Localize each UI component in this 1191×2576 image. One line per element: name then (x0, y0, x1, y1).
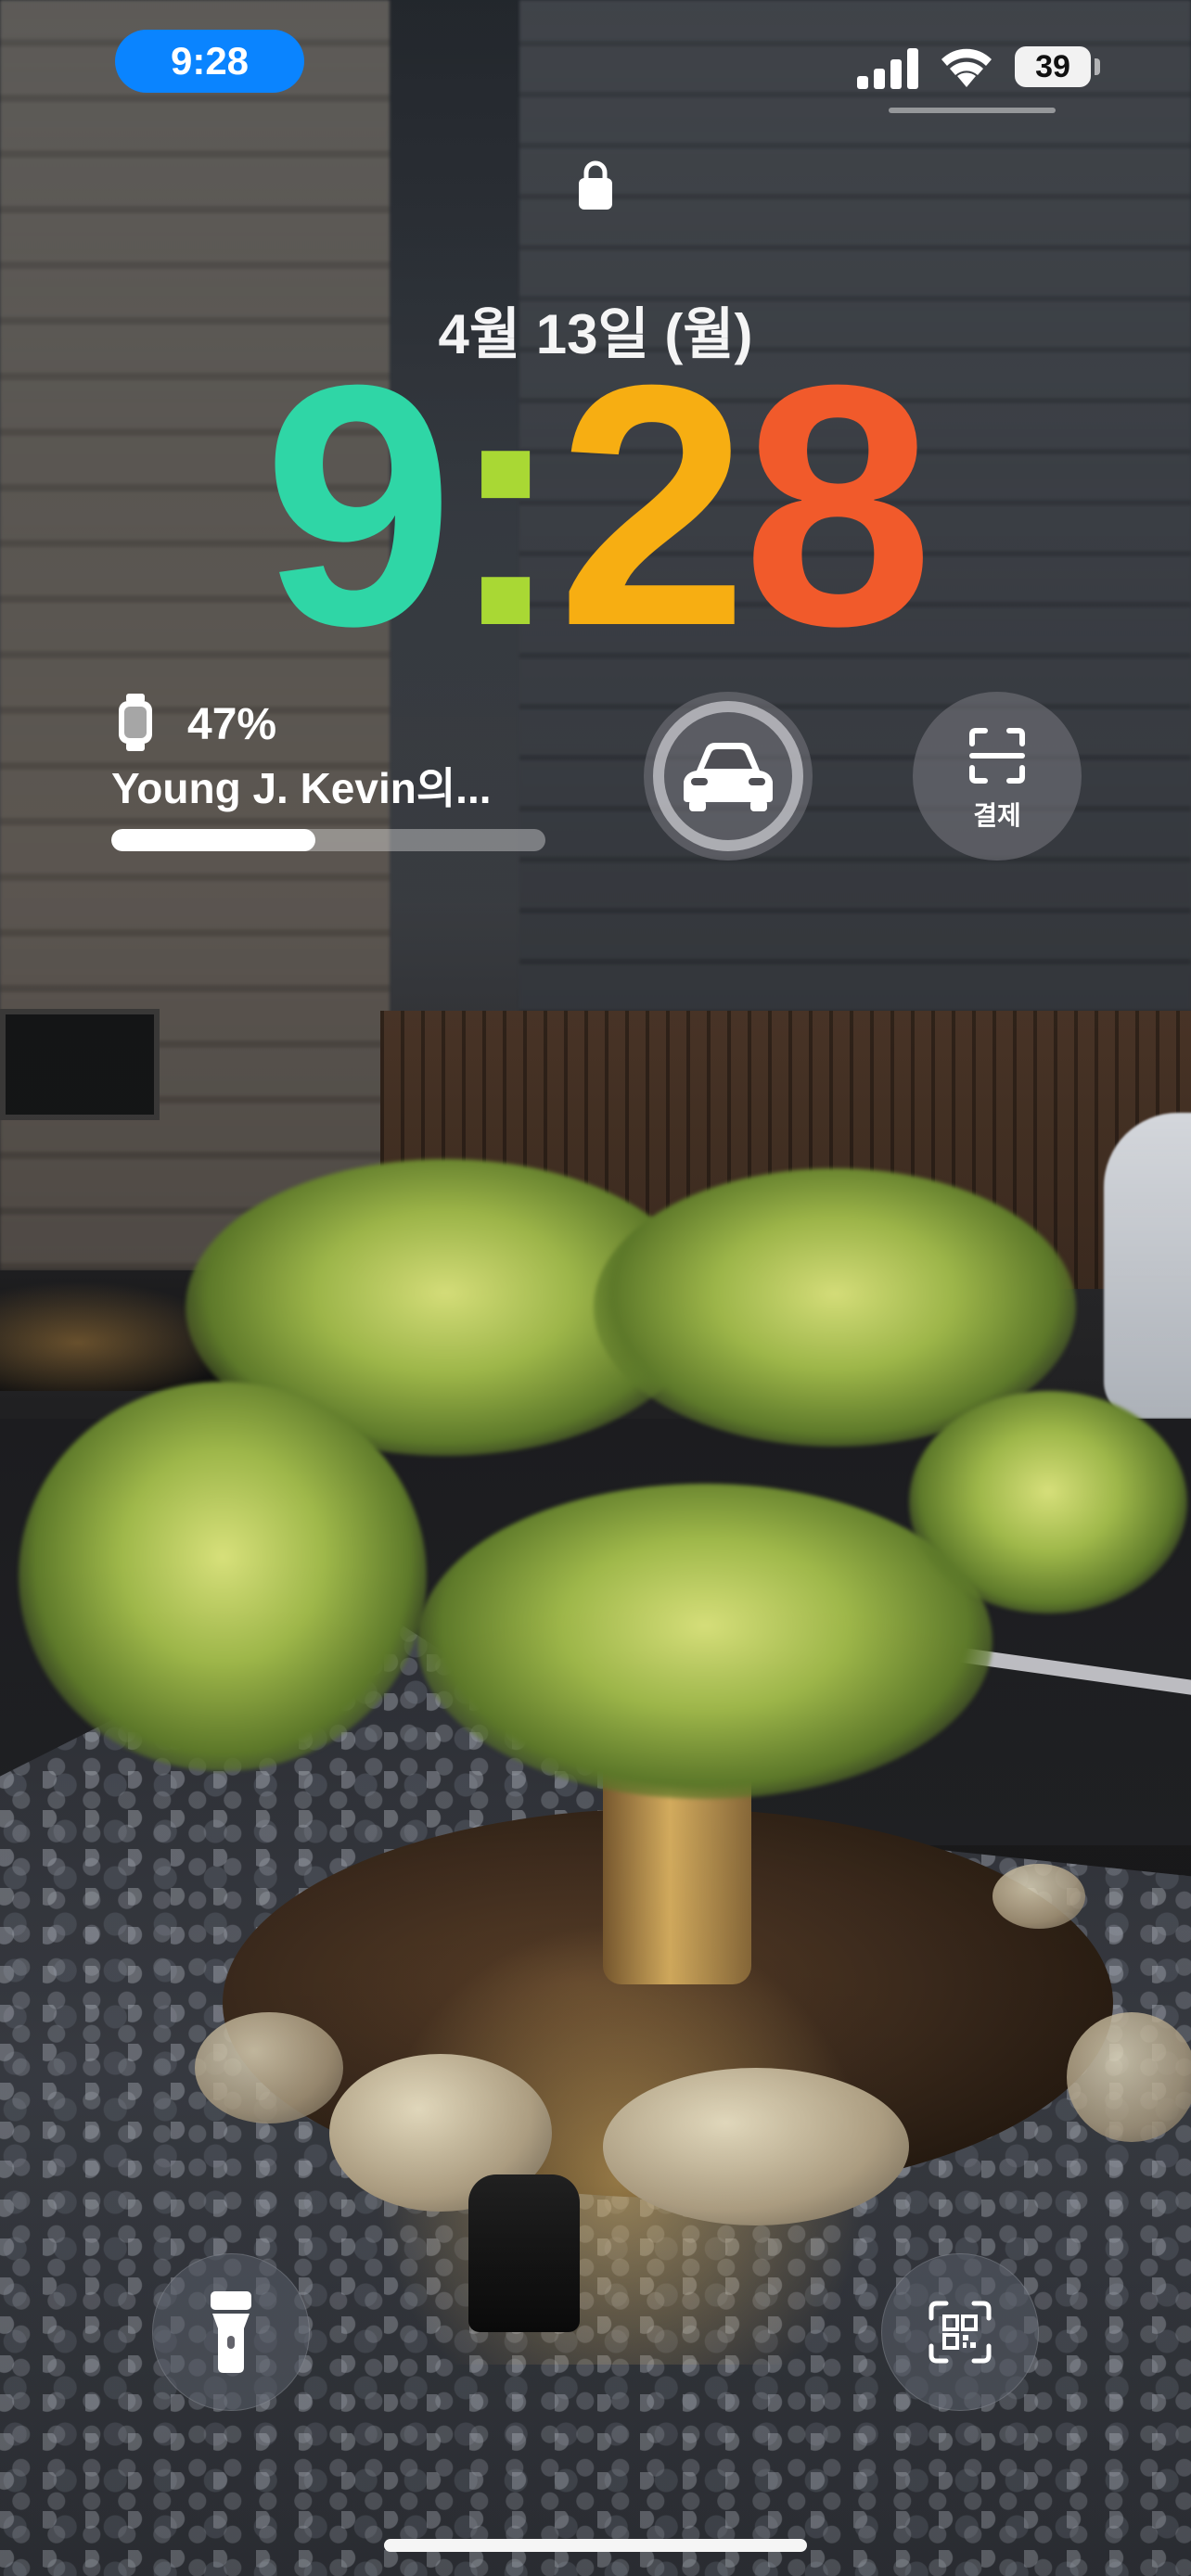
qr-code-scanner-icon (928, 2301, 992, 2364)
clock-minute-tens-digit: 2 (557, 314, 749, 697)
flashlight-icon (211, 2291, 251, 2373)
clock-colon: : (448, 314, 563, 697)
payment-label: 결제 (973, 800, 1021, 831)
battery-cap (1095, 58, 1100, 75)
lock-screen-clock[interactable]: 9 : 2 8 (0, 314, 1191, 697)
watch-battery-percent: 47% (187, 700, 277, 749)
clock-hour-digit: 9 (263, 314, 455, 697)
watch-device-name: Young J. Kevin의... (111, 764, 492, 812)
scan-icon (969, 728, 1025, 784)
battery-indicator: 39 (1015, 46, 1091, 87)
status-time-pill[interactable]: 9:28 (115, 30, 304, 93)
watch-battery-bar (111, 829, 545, 851)
cellular-signal-icon (857, 48, 918, 89)
clock-minute-ones-digit: 8 (742, 314, 934, 697)
lock-icon (579, 160, 612, 210)
payment-widget[interactable]: 결제 (913, 692, 1082, 861)
flashlight-button[interactable] (152, 2253, 310, 2411)
apple-watch-icon (119, 694, 152, 751)
car-icon (684, 743, 773, 811)
wifi-icon (941, 48, 992, 87)
status-bar: 9:28 39 (0, 0, 1191, 130)
status-time: 9:28 (170, 39, 250, 83)
watch-battery-bar-fill (111, 829, 315, 851)
home-indicator[interactable] (384, 2539, 807, 2552)
control-center-indicator[interactable] (889, 108, 1056, 113)
car-widget[interactable] (644, 692, 813, 861)
battery-level: 39 (1035, 48, 1070, 84)
qr-scanner-button[interactable] (881, 2253, 1039, 2411)
watch-battery-widget[interactable]: 47% Young J. Kevin의... (111, 694, 557, 859)
